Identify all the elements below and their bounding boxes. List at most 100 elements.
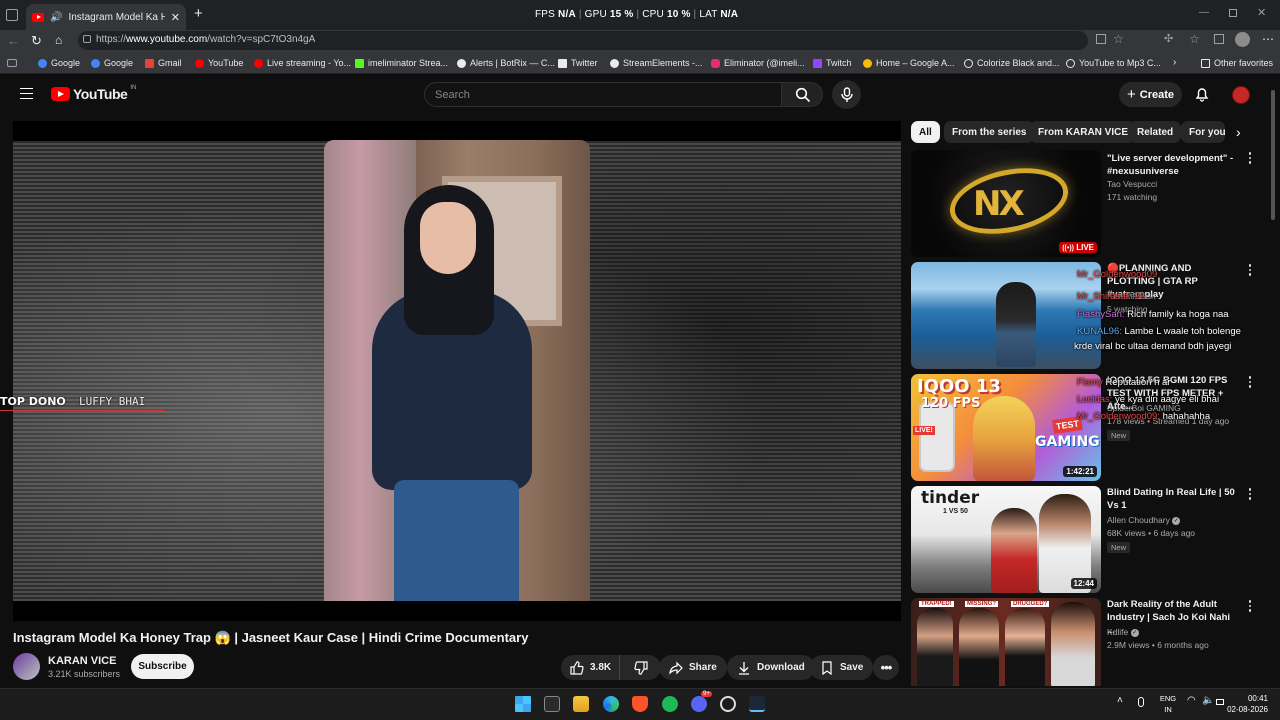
- video-thumbnail[interactable]: tinder 1 VS 50 12:44: [911, 486, 1101, 593]
- more-bookmarks-icon[interactable]: ›: [1173, 57, 1176, 68]
- share-button[interactable]: Share: [659, 655, 727, 680]
- recommendation-item[interactable]: tinder 1 VS 50 12:44 Blind Dating In Rea…: [911, 486, 1261, 594]
- bookmark-google-1[interactable]: Google: [38, 58, 80, 68]
- obs-icon[interactable]: [720, 696, 736, 712]
- notifications-bell-icon[interactable]: [1194, 86, 1210, 102]
- minimize-window-icon[interactable]: —: [1199, 7, 1209, 18]
- discord-icon[interactable]: 9+: [691, 691, 712, 712]
- wifi-icon[interactable]: ◠: [1187, 695, 1196, 706]
- page-scrollbar[interactable]: [1271, 90, 1275, 220]
- video-thumbnail[interactable]: [911, 262, 1101, 369]
- url-field[interactable]: https://www.youtube.com/watch?v=spC7tO3n…: [78, 31, 1088, 50]
- search-button[interactable]: [781, 82, 823, 107]
- extensions-icon[interactable]: [1096, 34, 1106, 44]
- volume-icon[interactable]: 🔈: [1202, 695, 1214, 706]
- tray-mic-icon[interactable]: [1138, 697, 1144, 707]
- home-icon[interactable]: ⌂: [55, 33, 62, 47]
- chip-all[interactable]: All: [911, 121, 940, 143]
- bookmark-google-2[interactable]: Google: [91, 58, 133, 68]
- reading-list-icon[interactable]: [7, 59, 17, 67]
- favorites-icon[interactable]: ☆: [1189, 32, 1200, 46]
- video-thumbnail[interactable]: IQOO 13 120 FPS TEST GAMING LIVE! 1:42:2…: [911, 374, 1101, 481]
- bookmark-youtube[interactable]: YouTube: [195, 58, 243, 68]
- browser-tab[interactable]: 🔊 Instagram Model Ka Honey Tr ✕: [26, 4, 186, 30]
- other-favorites[interactable]: Other favorites: [1201, 58, 1273, 68]
- chips-next-icon[interactable]: ›: [1236, 124, 1241, 140]
- thumbnail-face-3: [1005, 608, 1045, 686]
- bookmark-imeliminator[interactable]: imeliminator Strea...: [355, 58, 448, 68]
- recommendation-channel[interactable]: Tao Vespucci: [1107, 178, 1157, 191]
- bookmark-yt-mp3[interactable]: YouTube to Mp3 C...: [1066, 58, 1161, 68]
- bookmark-gmail[interactable]: Gmail: [145, 58, 182, 68]
- bookmark-streamelements[interactable]: StreamElements -...: [610, 58, 703, 68]
- search-input[interactable]: Search: [424, 82, 782, 107]
- bookmark-google-ads[interactable]: Home – Google A...: [863, 58, 955, 68]
- bookmark-colorize[interactable]: Colorize Black and...: [964, 58, 1060, 68]
- recommendation-item[interactable]: TRAPPED! MISSING? DRUGGED? Dark Reality …: [911, 598, 1261, 686]
- start-menu-icon[interactable]: [515, 696, 531, 712]
- account-avatar[interactable]: [1232, 86, 1250, 104]
- collections-icon[interactable]: [1214, 34, 1224, 44]
- chip-from-series[interactable]: From the series: [944, 121, 1035, 143]
- subscribe-button[interactable]: Subscribe: [131, 654, 194, 679]
- video-thumbnail[interactable]: TRAPPED! MISSING? DRUGGED?: [911, 598, 1101, 686]
- bookmark-eliminator-ig[interactable]: Eliminator (@imeli...: [711, 58, 805, 68]
- more-options-icon[interactable]: [1245, 152, 1255, 166]
- channel-avatar[interactable]: [13, 653, 40, 680]
- youtube-logo[interactable]: YouTube IN: [51, 85, 136, 102]
- recommendation-item[interactable]: NX ((•)) LIVE "Live server development" …: [911, 150, 1261, 258]
- channel-name[interactable]: KARAN VICE: [48, 655, 116, 667]
- recommendation-stats: 2.9M views • 6 months ago: [1107, 640, 1209, 650]
- bookmark-twitch[interactable]: Twitch: [813, 58, 852, 68]
- bookmark-twitter[interactable]: Twitter: [558, 58, 598, 68]
- chip-from-channel[interactable]: From KARAN VICE: [1030, 121, 1137, 143]
- refresh-icon[interactable]: ↻: [31, 33, 42, 49]
- clock[interactable]: 00:41 02-08-2026: [1226, 693, 1268, 715]
- download-button[interactable]: Download: [727, 655, 815, 680]
- more-options-icon[interactable]: [1245, 488, 1255, 502]
- recommendation-title[interactable]: "Live server development" - #nexusuniver…: [1107, 152, 1235, 178]
- file-explorer-icon[interactable]: [573, 696, 589, 712]
- bookmark-live-streaming[interactable]: Live streaming - Yo...: [254, 58, 351, 68]
- dislike-button[interactable]: [626, 655, 656, 680]
- back-icon[interactable]: ←: [7, 33, 20, 48]
- video-player[interactable]: [13, 121, 901, 621]
- save-button[interactable]: Save: [810, 655, 874, 680]
- close-window-icon[interactable]: ✕: [1257, 6, 1266, 19]
- steam-icon[interactable]: [749, 696, 765, 712]
- clock-date: 02-08-2026: [1227, 705, 1268, 714]
- site-info-icon[interactable]: [83, 35, 91, 43]
- spotify-icon[interactable]: [662, 696, 678, 712]
- star-icon[interactable]: ☆: [1113, 32, 1124, 46]
- extension-puzzle-icon[interactable]: ✣: [1164, 32, 1173, 45]
- task-view-icon[interactable]: [544, 696, 560, 712]
- chip-related[interactable]: Related: [1129, 121, 1182, 143]
- recommendation-channel[interactable]: Allen Choudhary ✓: [1107, 514, 1181, 527]
- speaker-icon[interactable]: 🔊: [50, 12, 62, 23]
- close-tab-icon[interactable]: ✕: [171, 11, 180, 24]
- language-indicator[interactable]: ENG IN: [1158, 693, 1178, 715]
- recommendation-title[interactable]: Blind Dating In Real Life | 50 Vs 1: [1107, 486, 1235, 512]
- brave-browser-icon[interactable]: [632, 696, 648, 712]
- edge-browser-icon[interactable]: [603, 696, 619, 712]
- tab-actions-icon[interactable]: [6, 9, 18, 21]
- like-button[interactable]: 3.8K: [561, 655, 621, 680]
- recommendation-item[interactable]: IQOO 13 120 FPS TEST GAMING LIVE! 1:42:2…: [911, 374, 1261, 482]
- voice-search-button[interactable]: [832, 80, 861, 109]
- battery-icon[interactable]: [1216, 699, 1224, 705]
- more-actions-button[interactable]: •••: [873, 655, 899, 680]
- bookmark-botrix[interactable]: Alerts | BotRix — C...: [457, 58, 555, 68]
- create-button[interactable]: + Create: [1119, 82, 1182, 107]
- chip-for-you[interactable]: For you: [1181, 121, 1225, 143]
- more-options-icon[interactable]: [1245, 600, 1255, 614]
- new-tab-icon[interactable]: +: [194, 5, 203, 22]
- video-thumbnail[interactable]: NX ((•)) LIVE: [911, 150, 1101, 257]
- maximize-window-icon[interactable]: [1229, 9, 1237, 17]
- browser-menu-icon[interactable]: ⋯: [1262, 32, 1274, 46]
- tray-overflow-icon[interactable]: ˄: [1117, 695, 1123, 706]
- profile-avatar[interactable]: [1235, 32, 1250, 47]
- hamburger-menu-icon[interactable]: [20, 88, 33, 99]
- more-options-icon[interactable]: [1245, 264, 1255, 278]
- more-options-icon[interactable]: [1245, 376, 1255, 390]
- recommendation-channel[interactable]: Kdlife ✓: [1107, 626, 1139, 639]
